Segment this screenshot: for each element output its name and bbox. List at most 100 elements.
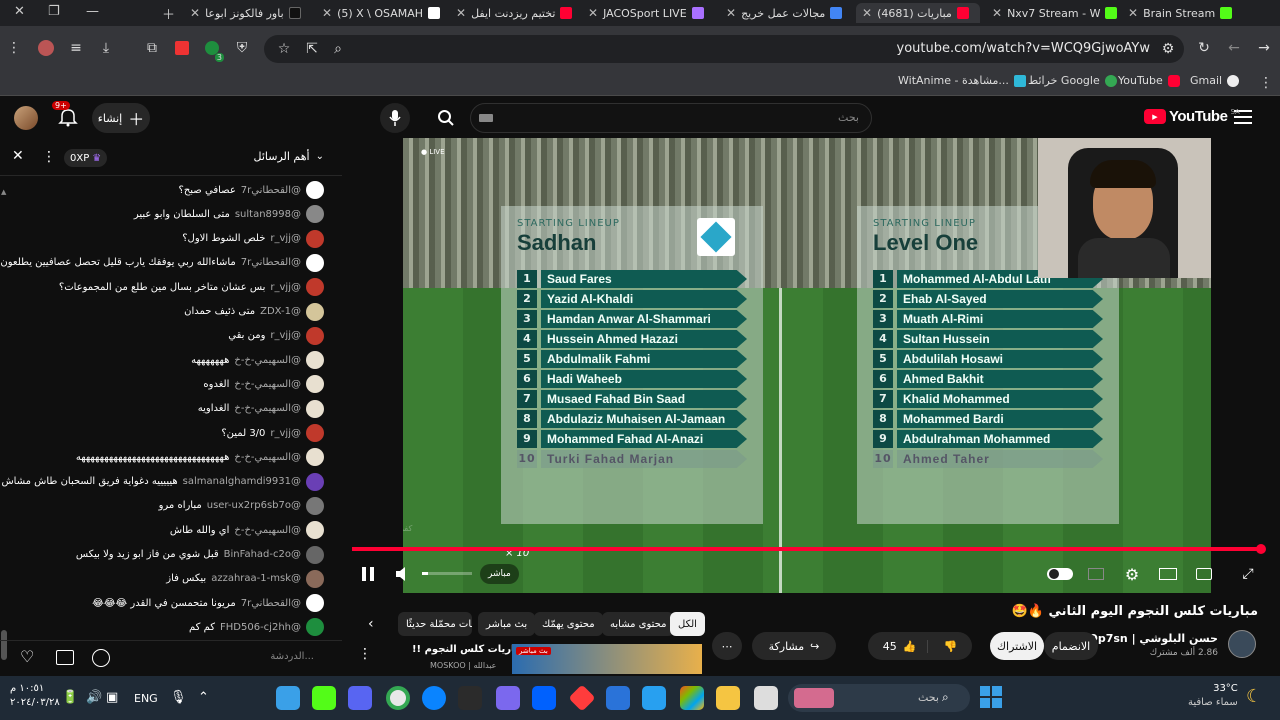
video-player[interactable]: ● LIVE STARTING LINEUP Sadhan 1 Saud Fare…: [403, 138, 1211, 593]
chat-author[interactable]: @azzahraa-1-msk: [211, 573, 301, 584]
chat-message[interactable]: @ZDX-1 متى ذئيف حمدان: [184, 302, 324, 322]
dislike-button[interactable]: 👎: [934, 640, 968, 653]
chat-message[interactable]: @السهيمي-خ-خ هههههههه: [191, 350, 324, 370]
extension-icon[interactable]: [172, 38, 192, 58]
chat-message[interactable]: @r_vjj خلص الشوط الاول؟: [182, 229, 324, 249]
avatar[interactable]: [306, 594, 324, 613]
reload-icon[interactable]: ↻: [1194, 38, 1214, 58]
like-button[interactable]: 45 👍: [873, 639, 928, 653]
close-chat-icon[interactable]: ✕: [12, 148, 24, 164]
chat-author[interactable]: @r_vjj: [270, 233, 301, 244]
miniplayer-button[interactable]: [1084, 562, 1108, 586]
chat-menu-icon[interactable]: ⋮: [42, 149, 56, 165]
chat-author[interactable]: @salmanalghamdi9931: [183, 476, 301, 487]
tab-item[interactable]: ✕ مجالات عمل خريج: [726, 3, 846, 23]
super-chat-icon[interactable]: [56, 650, 74, 665]
app-blue-icon[interactable]: [642, 686, 666, 710]
chat-author[interactable]: @السهيمي-خ-خ: [234, 355, 301, 366]
tab-close-icon[interactable]: ✕: [190, 6, 200, 20]
tab-close-icon[interactable]: ✕: [322, 6, 332, 20]
battery-icon[interactable]: 🔋: [62, 690, 78, 705]
chat-author[interactable]: @user-ux2rp6sb7o: [207, 500, 301, 511]
weather-widget[interactable]: 33°C سماء صافية: [1188, 682, 1238, 710]
chat-message[interactable]: @salmanalghamdi9931 هيييييه دغواية فريق ا…: [1, 472, 324, 492]
rec-thumbnail[interactable]: بث مباشر: [512, 644, 702, 674]
rec-menu-icon[interactable]: ⋮: [358, 646, 372, 662]
chip-for-you[interactable]: محتوى يهمّك: [534, 612, 603, 636]
language-indicator[interactable]: ENG: [134, 692, 158, 705]
chat-scrollbar[interactable]: ▲: [0, 180, 8, 660]
snipping-tool-icon[interactable]: [276, 686, 300, 710]
autoplay-toggle[interactable]: [1046, 562, 1074, 586]
chat-message[interactable]: @BinFahad-c2o قبل شوي من فاز ابو زيد ولا …: [76, 545, 324, 565]
chat-message[interactable]: @r_vjj بس عشان متاخر بسال مين طلع من المج…: [59, 277, 324, 297]
chat-input[interactable]: الدردشة...: [270, 651, 314, 662]
chat-author[interactable]: @السهيمي-خ-خ: [234, 403, 301, 414]
chat-author[interactable]: @FHD506-cj2hh: [220, 622, 301, 633]
profile-avatar[interactable]: [36, 38, 56, 58]
progress-scrubber[interactable]: [1256, 544, 1266, 554]
chat-author[interactable]: @السهيمي-خ-خ: [234, 452, 301, 463]
chat-message[interactable]: @sultan8998 متى السلطان وابو عبير: [134, 204, 324, 224]
tab-item[interactable]: ✕ JACOSport LIVE: [588, 3, 712, 23]
tab-close-icon[interactable]: ✕: [1128, 6, 1138, 20]
bookmark-youtube[interactable]: YouTube: [1118, 74, 1180, 87]
new-tab-icon[interactable]: ＋: [162, 4, 175, 23]
menu-dots-icon[interactable]: ⋮: [4, 38, 24, 58]
chat-author[interactable]: @السهيمي-خ-خ: [234, 525, 301, 536]
shield-icon[interactable]: ⛨: [232, 38, 252, 58]
tab-close-icon[interactable]: ✕: [588, 6, 598, 20]
settings-button[interactable]: ⚙: [1120, 562, 1144, 586]
tab-item[interactable]: ✕ تختيم ريزدنت ايفل: [456, 3, 574, 23]
discord-icon[interactable]: [348, 686, 372, 710]
site-settings-icon[interactable]: ⚙: [1158, 39, 1178, 59]
minimize-window-icon[interactable]: —: [86, 4, 99, 19]
share-icon[interactable]: ⇱: [302, 39, 322, 59]
chat-author[interactable]: @r_vjj: [270, 428, 301, 439]
bookmark-star-icon[interactable]: ☆: [274, 39, 294, 59]
account-avatar[interactable]: [14, 106, 38, 130]
avatar[interactable]: [306, 399, 324, 418]
keyboard-icon[interactable]: [479, 114, 493, 122]
restore-window-icon[interactable]: ❐: [48, 4, 60, 19]
avatar[interactable]: [306, 424, 324, 442]
chat-author[interactable]: @القحطاني7r: [241, 185, 301, 196]
chrome-icon[interactable]: [386, 686, 410, 710]
avatar[interactable]: [306, 302, 324, 321]
zoom-icon[interactable]: ⌕: [328, 39, 348, 59]
chat-message[interactable]: @السهيمي-خ-خ الغداويه: [198, 399, 324, 419]
avatar[interactable]: [306, 448, 324, 467]
network-icon[interactable]: ▣: [106, 690, 118, 705]
chat-message[interactable]: @القحطاني7r ماشاءالله ربي يوفقك يارب قليل…: [0, 253, 324, 273]
video-progress-bar[interactable]: [352, 544, 1266, 554]
chat-author[interactable]: @r_vjj: [270, 282, 301, 293]
app-red-icon[interactable]: [568, 684, 596, 712]
channel-name[interactable]: حسن البلوشي | Op7sn: [1088, 632, 1218, 645]
address-bar[interactable]: ☆ ⇱ ⌕ youtube.com/watch?v=WCQ9GjwoAYw ⚙: [264, 35, 1184, 63]
avatar[interactable]: [306, 326, 324, 345]
youtube-logo[interactable]: ▶ YouTube SA: [1144, 108, 1240, 125]
avatar[interactable]: [306, 205, 324, 224]
dropbox-icon[interactable]: [532, 686, 556, 710]
tab-item[interactable]: ✕ (5) X \ OSAMAH: [322, 3, 440, 23]
chat-author[interactable]: @sultan8998: [235, 209, 301, 220]
rec-channel[interactable]: MOSKOO | عبدالله: [430, 661, 496, 670]
heart-icon[interactable]: ♡: [20, 647, 34, 666]
pause-button[interactable]: [356, 562, 380, 586]
tray-expand-icon[interactable]: ⌃: [198, 690, 209, 705]
avatar[interactable]: [306, 618, 324, 637]
bookmark-maps[interactable]: خرائط Google: [1028, 74, 1117, 87]
chat-message[interactable]: @r_vjj ومن بقي: [228, 326, 324, 346]
avatar[interactable]: [306, 496, 324, 515]
chip-live[interactable]: بث مباشر: [478, 612, 536, 636]
kick-app-icon[interactable]: [312, 686, 336, 710]
avatar[interactable]: [306, 278, 324, 297]
chat-message[interactable]: @azzahraa-1-msk بيكس فاز: [166, 569, 324, 589]
taskbar-search[interactable]: ⌕ بحث: [788, 684, 970, 712]
tab-close-icon[interactable]: ✕: [456, 6, 466, 20]
bookmark-gmail[interactable]: Gmail: [1190, 74, 1240, 87]
mic-tray-icon[interactable]: 🎙: [170, 690, 187, 705]
avatar[interactable]: [306, 375, 324, 394]
share-button[interactable]: مشاركة ↪: [752, 632, 836, 660]
xp-badge[interactable]: 0XP ♛: [64, 149, 108, 167]
